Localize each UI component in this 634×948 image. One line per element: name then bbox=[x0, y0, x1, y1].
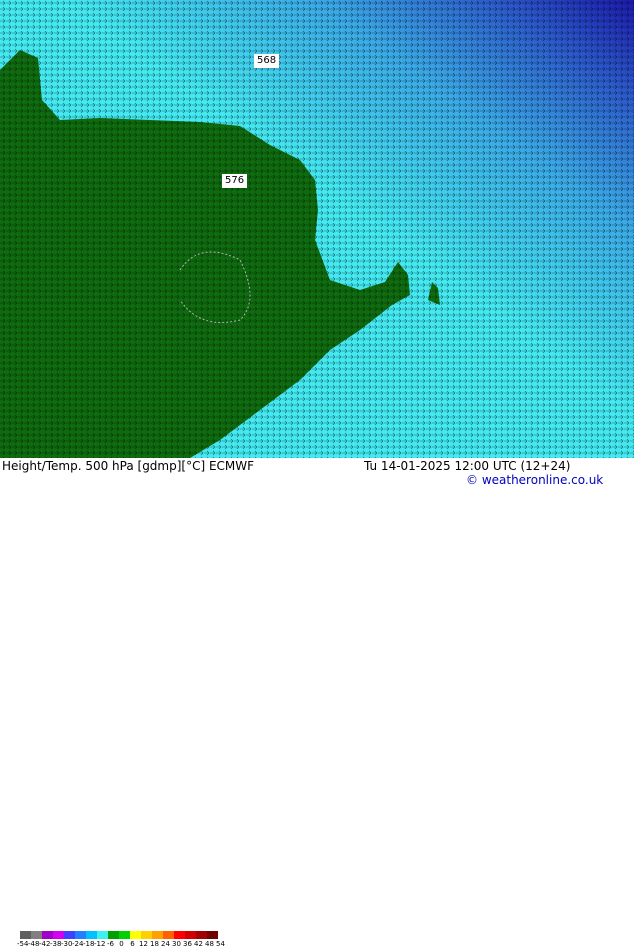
contour-label-568: 568 bbox=[254, 54, 280, 68]
colorbar-cell bbox=[97, 931, 108, 939]
colorbar-tick-label: 36 bbox=[183, 940, 192, 948]
colorbar-tick-label: 6 bbox=[130, 940, 135, 948]
colorbar-cell bbox=[196, 931, 207, 939]
colorbar-tick-label: -24 bbox=[72, 940, 84, 948]
colorbar-cell bbox=[163, 931, 174, 939]
weather-map: 568 576 bbox=[0, 0, 634, 458]
map-title: Height/Temp. 500 hPa [gdmp][°C] ECMWF bbox=[2, 459, 255, 473]
colorbar-tick-label: 48 bbox=[205, 940, 214, 948]
map-canvas bbox=[0, 0, 634, 458]
colorbar-tick-label: -18 bbox=[83, 940, 95, 948]
colorbar-cell bbox=[174, 931, 185, 939]
colorbar-cell bbox=[152, 931, 163, 939]
colorbar-tick-label: -38 bbox=[50, 940, 62, 948]
colorbar-tick-label: 12 bbox=[139, 940, 148, 948]
colorbar-tick-label: -6 bbox=[107, 940, 114, 948]
colorbar-cell bbox=[42, 931, 53, 939]
colorbar-cell bbox=[31, 931, 42, 939]
site-credit[interactable]: © weatheronline.co.uk bbox=[466, 473, 603, 487]
map-footer: Height/Temp. 500 hPa [gdmp][°C] ECMWF Tu… bbox=[0, 458, 634, 948]
colorbar-tick-label: -30 bbox=[61, 940, 73, 948]
colorbar-tick-label: 24 bbox=[161, 940, 170, 948]
colorbar-cell bbox=[75, 931, 86, 939]
colorbar-cell bbox=[119, 931, 130, 939]
colorbar-tick-label: -54 bbox=[17, 940, 29, 948]
colorbar-cell bbox=[185, 931, 196, 939]
contour-label-576: 576 bbox=[222, 174, 248, 188]
colorbar-cell bbox=[141, 931, 152, 939]
colorbar-tick-label: 18 bbox=[150, 940, 159, 948]
colorbar-cell bbox=[130, 931, 141, 939]
colorbar-tick-label: 54 bbox=[216, 940, 225, 948]
colorbar-tick-label: 42 bbox=[194, 940, 203, 948]
colorbar-cell bbox=[108, 931, 119, 939]
colorbar-ticks: -54-48-42-38-30-24-18-12 -6 0 6 12 18 24 30 36 42… bbox=[17, 940, 226, 948]
colorbar-tick-label: -12 bbox=[94, 940, 106, 948]
wind-arrows bbox=[0, 0, 634, 458]
colorbar-cell bbox=[53, 931, 64, 939]
colorbar-tick-label: -42 bbox=[39, 940, 51, 948]
colorbar-cell bbox=[207, 931, 218, 939]
colorbar-tick-label: 30 bbox=[172, 940, 181, 948]
colorbar bbox=[20, 931, 218, 939]
colorbar-cell bbox=[64, 931, 75, 939]
colorbar-cell bbox=[86, 931, 97, 939]
colorbar-cell bbox=[20, 931, 31, 939]
valid-datetime: Tu 14-01-2025 12:00 UTC (12+24) bbox=[364, 459, 571, 473]
colorbar-tick-label: 0 bbox=[119, 940, 124, 948]
colorbar-tick-label: -48 bbox=[28, 940, 40, 948]
